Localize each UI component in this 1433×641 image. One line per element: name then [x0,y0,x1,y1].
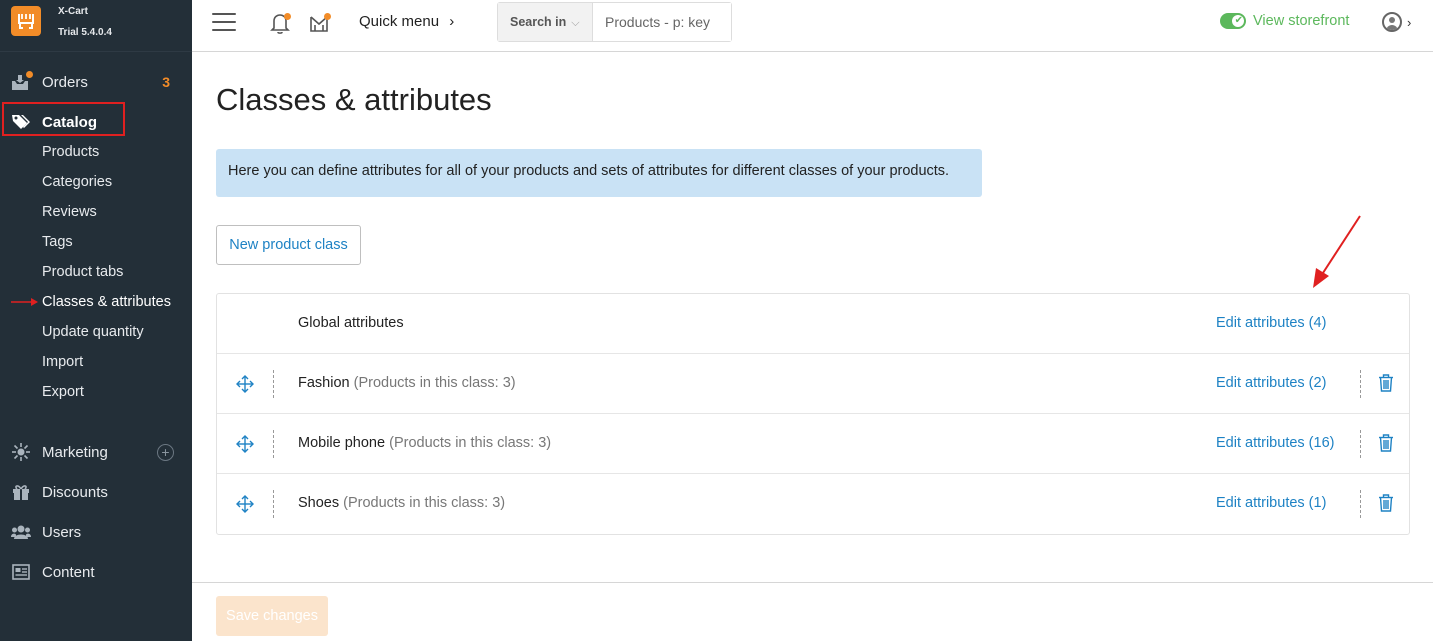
row-divider [1360,490,1361,518]
messages-notification-dot [324,13,331,20]
edit-attributes-link[interactable]: Edit attributes (4) [1216,315,1326,331]
edit-attributes-link[interactable]: Edit attributes (1) [1216,495,1326,511]
row-divider [273,370,274,398]
catalog-sub-tags[interactable]: Tags [42,231,73,253]
class-product-count: (Products in this class: 3) [343,495,506,511]
row-divider [273,490,274,518]
view-storefront-link[interactable]: View storefront [1253,13,1349,29]
sidebar-item-content[interactable]: Content [0,558,192,586]
sidebar-item-orders[interactable]: Orders 3 [0,68,192,96]
check-icon: ✔ [1234,15,1243,26]
main-content: Classes & attributes Here you can define… [192,52,1433,641]
users-icon [11,522,31,542]
search-input[interactable] [593,3,731,41]
drag-handle-icon[interactable] [235,374,255,394]
orders-notification-dot [26,71,33,78]
save-changes-button[interactable]: Save changes [216,596,328,636]
class-name: Mobile phone (Products in this class: 3) [298,435,551,451]
avatar-icon [1382,12,1402,32]
sidebar-item-label: Marketing [42,443,108,461]
bell-notification-dot [284,13,291,20]
sidebar-item-label: Discounts [42,483,108,501]
quick-menu-label: Quick menu [359,13,440,30]
catalog-sub-export[interactable]: Export [42,381,84,403]
brand-version: Trial 5.4.0.4 [58,27,112,38]
catalog-sub-classes-attributes[interactable]: Classes & attributes [42,291,171,313]
info-alert: Here you can define attributes for all o… [216,149,982,197]
gift-icon [11,482,31,502]
bottom-action-bar: Save changes [192,582,1433,641]
table-row: Mobile phone (Products in this class: 3)… [217,414,1409,474]
sidebar-item-label: Catalog [42,113,98,131]
catalog-sub-categories[interactable]: Categories [42,171,112,193]
drag-handle-icon[interactable] [235,434,255,454]
class-name-text: Shoes [298,495,340,511]
user-menu[interactable]: › [1382,12,1411,32]
class-name: Shoes (Products in this class: 3) [298,495,505,511]
messages-icon[interactable] [308,11,332,35]
catalog-sub-reviews[interactable]: Reviews [42,201,97,223]
catalog-sub-products[interactable]: Products [42,141,99,163]
new-product-class-button[interactable]: New product class [216,225,361,265]
catalog-sub-product-tabs[interactable]: Product tabs [42,261,123,283]
brand: X-Cart Trial 5.4.0.4 [0,0,192,52]
trash-icon[interactable] [1378,434,1394,452]
chevron-down-icon: ⌵ [571,17,580,29]
edit-attributes-arrow-annotation [1313,215,1361,288]
drag-handle-icon[interactable] [235,494,255,514]
class-product-count: (Products in this class: 3) [389,435,552,451]
edit-attributes-link[interactable]: Edit attributes (16) [1216,435,1334,451]
product-classes-table: Global attributes Edit attributes (4) Fa… [216,293,1410,535]
search-in-dropdown[interactable]: Search in ⌵ [498,3,593,41]
tag-icon [11,112,31,132]
sidebar-item-marketing[interactable]: Marketing + [0,438,192,466]
table-row: Global attributes Edit attributes (4) [217,294,1409,354]
catalog-sub-update-quantity[interactable]: Update quantity [42,321,144,343]
table-row: Fashion (Products in this class: 3) Edit… [217,354,1409,414]
class-product-count: (Products in this class: 3) [353,375,516,391]
orders-icon [11,71,33,92]
row-divider [1360,430,1361,458]
class-name: Global attributes [298,315,404,331]
sidebar-item-label: Content [42,563,95,581]
add-icon[interactable]: + [157,443,174,461]
table-row: Shoes (Products in this class: 3) Edit a… [217,474,1409,534]
search-in-label: Search in [510,15,567,29]
orders-count-badge: 3 [162,74,170,90]
sidebar: X-Cart Trial 5.4.0.4 Orders 3 Catalog Pr… [0,0,192,641]
chevron-right-icon: › [1407,14,1412,30]
row-divider [273,430,274,458]
hamburger-menu-icon[interactable] [212,13,236,33]
sidebar-item-label: Users [42,523,82,541]
sidebar-item-discounts[interactable]: Discounts [0,478,192,506]
brand-name: X-Cart [58,6,89,17]
edit-attributes-link[interactable]: Edit attributes (2) [1216,375,1326,391]
class-name-text: Global attributes [298,315,404,331]
storefront-toggle-switch[interactable]: ✔ [1220,13,1246,29]
trash-icon[interactable] [1378,374,1394,392]
class-name-text: Fashion [298,375,350,391]
sidebar-item-catalog[interactable]: Catalog [0,108,192,136]
trash-icon[interactable] [1378,494,1394,512]
bell-icon[interactable] [268,11,292,35]
chevron-right-icon: › [449,13,455,30]
class-name: Fashion (Products in this class: 3) [298,375,516,391]
content-icon [11,562,31,582]
sidebar-item-label: Orders [42,73,88,91]
catalog-sub-import[interactable]: Import [42,351,83,373]
quick-menu-button[interactable]: Quick menu › [359,13,454,30]
active-item-arrow-annotation [11,298,38,306]
marketing-icon [11,442,31,462]
search-box: Search in ⌵ [497,2,732,42]
view-storefront-toggle[interactable]: ✔ View storefront [1220,13,1349,29]
top-bar: Quick menu › Search in ⌵ ✔ View storefron… [192,0,1433,52]
sidebar-item-users[interactable]: Users [0,518,192,546]
class-name-text: Mobile phone [298,435,386,451]
page-title: Classes & attributes [216,82,492,117]
row-divider [1360,370,1361,398]
xcart-logo-icon[interactable] [11,6,41,36]
